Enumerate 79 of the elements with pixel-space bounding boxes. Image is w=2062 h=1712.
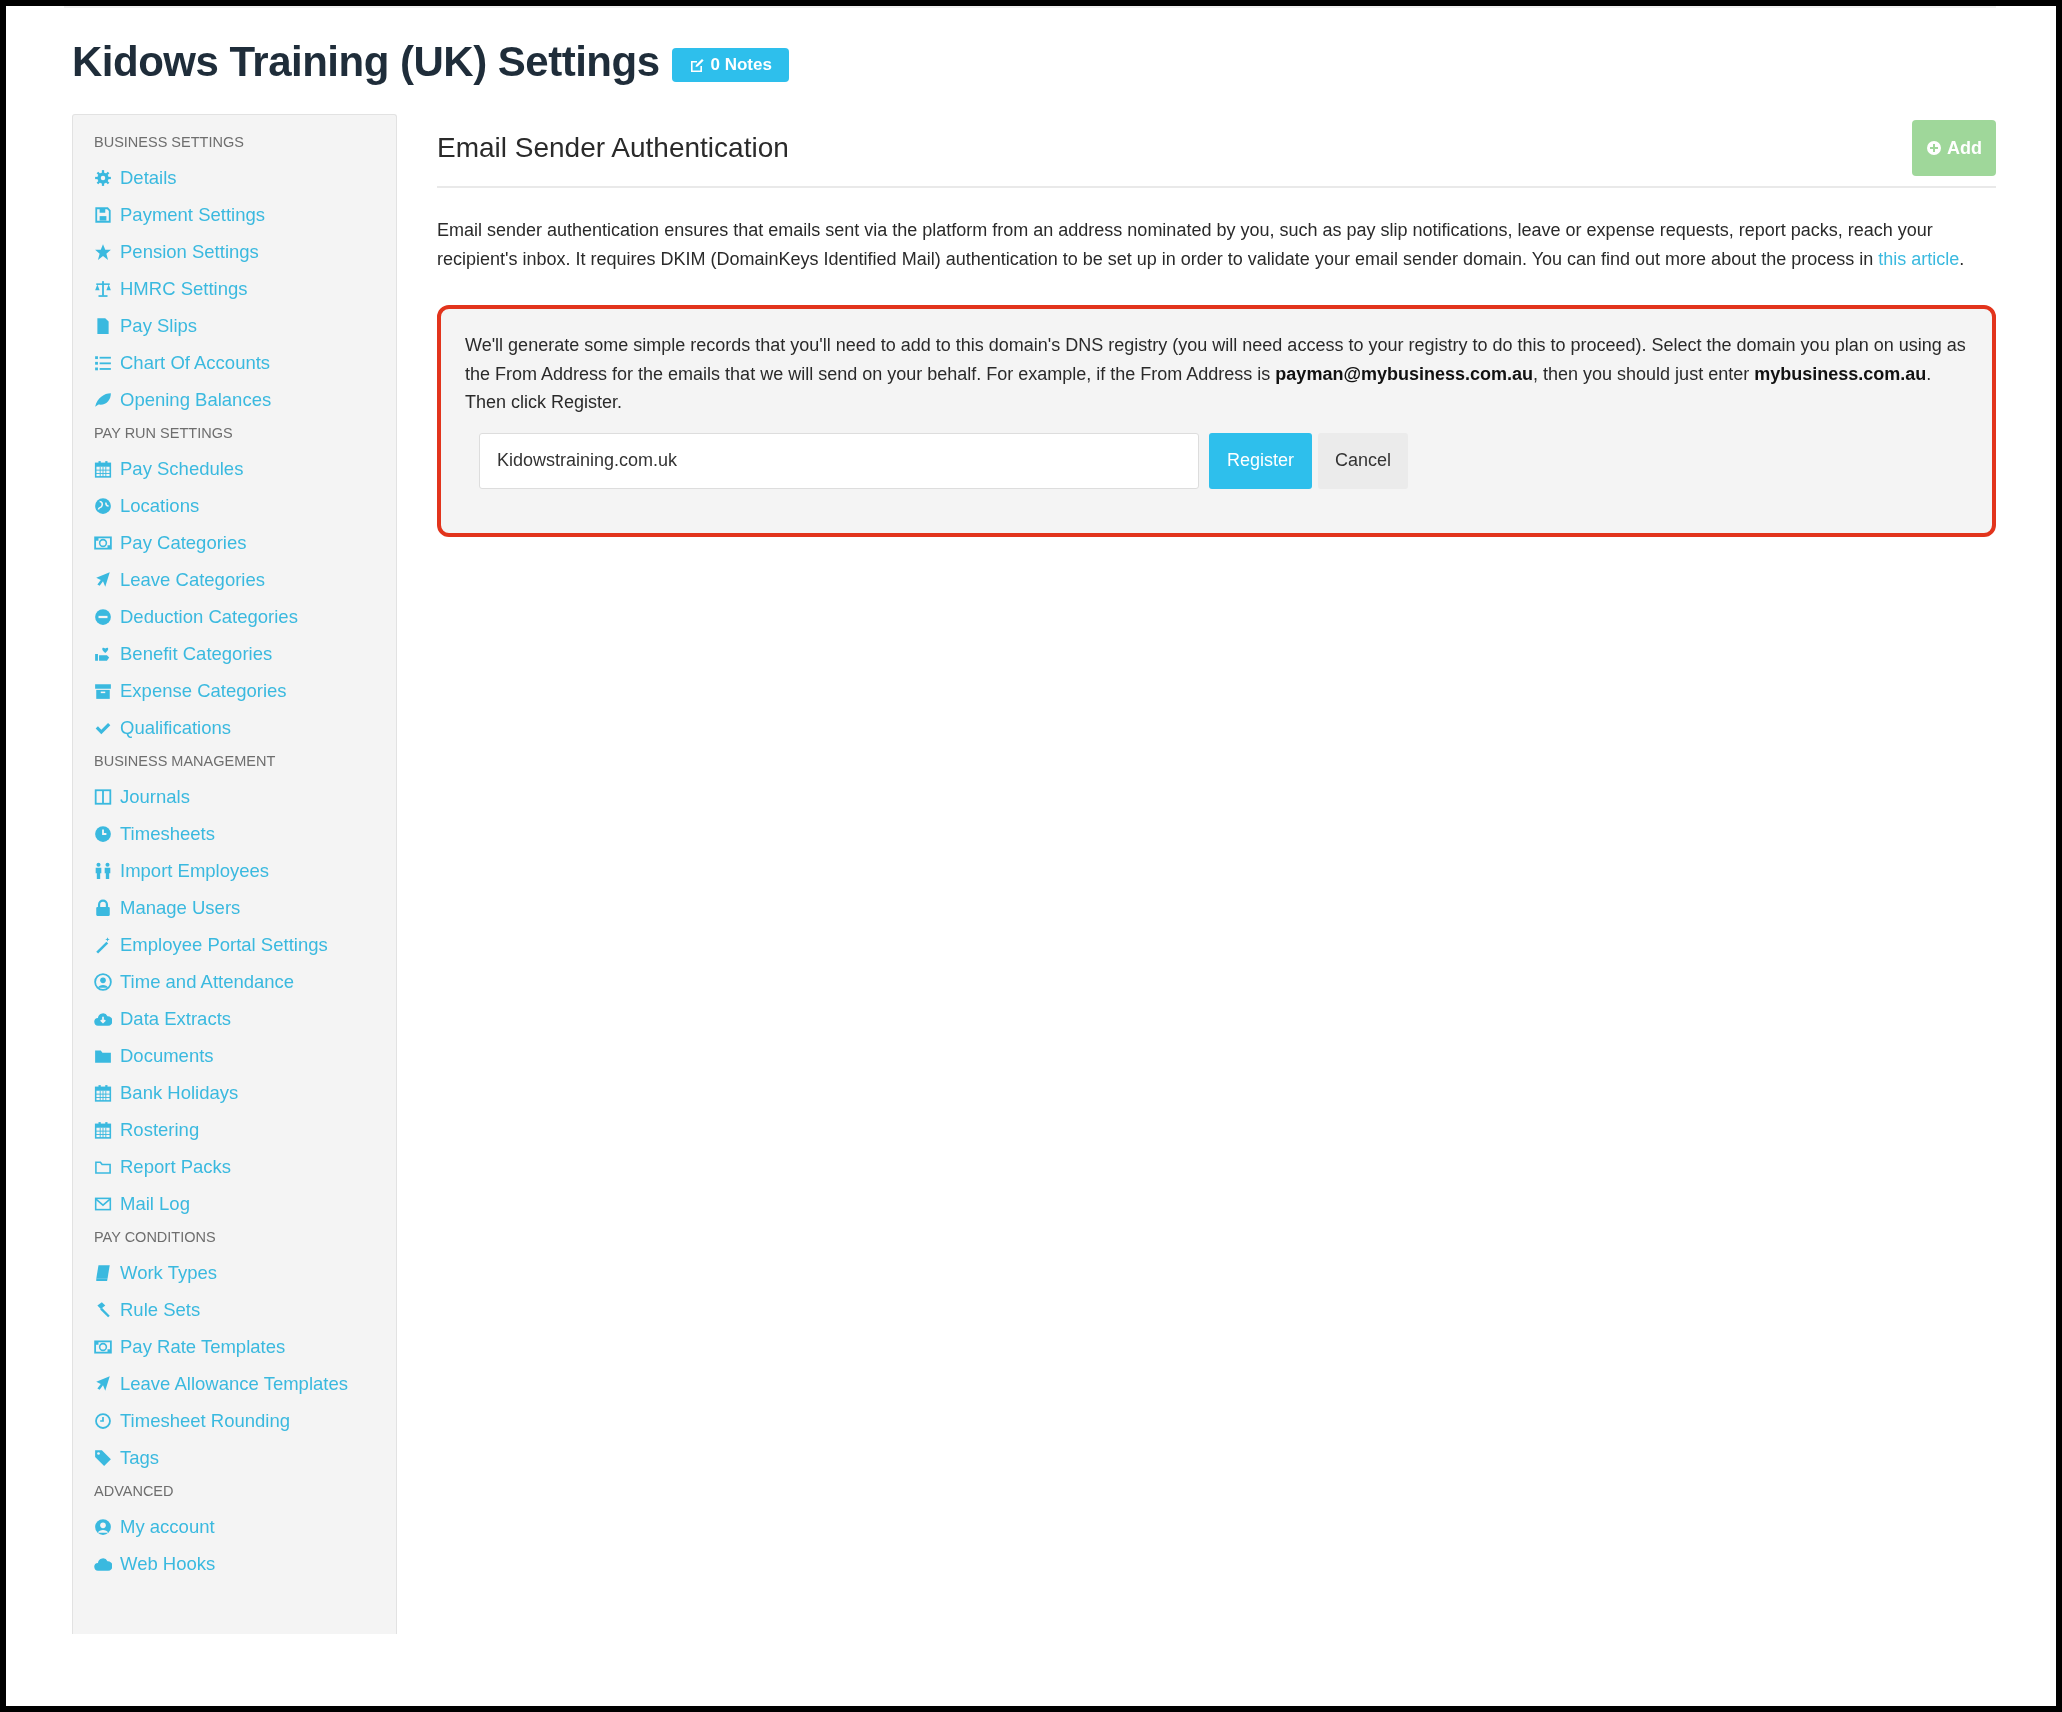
scale-icon — [94, 279, 112, 298]
sidebar-link[interactable]: Details — [94, 159, 396, 196]
book-icon — [94, 1263, 112, 1282]
sidebar-link[interactable]: Journals — [94, 778, 396, 815]
intro-paragraph: Email sender authentication ensures that emails sent via the platform from an address nominated by you, such as pay slip notifications, leave or expense requests, report packs, reach your recipient's inbox. It requires DKIM (DomainKeys Identified Mail) authentication to be set up in order to validate your email sender domain. You can find out more about the process in this article. — [437, 219, 1966, 271]
sidebar-link[interactable]: Deduction Categories — [94, 598, 396, 635]
section-heading: ADVANCED — [94, 1483, 175, 1499]
wand-icon — [94, 935, 112, 954]
section-heading: PAY CONDITIONS — [94, 1229, 217, 1245]
sidebar-link[interactable]: Leave Allowance Templates — [94, 1365, 396, 1402]
section-heading: BUSINESS MANAGEMENT — [94, 753, 277, 769]
sidebar-link[interactable]: Chart Of Accounts — [94, 344, 396, 381]
article-link[interactable]: this article — [1878, 248, 1960, 269]
user-circle-icon — [94, 1517, 112, 1536]
notes-button[interactable]: 0 Notes — [671, 48, 789, 82]
tag-icon — [94, 1448, 112, 1467]
sidebar-link[interactable]: Pay Slips — [94, 307, 396, 344]
sidebar-link[interactable]: Web Hooks — [94, 1545, 396, 1582]
sidebar-link[interactable]: Tags — [94, 1439, 396, 1476]
sidebar-link[interactable]: Manage Users — [94, 889, 396, 926]
sidebar-link[interactable]: Pay Categories — [94, 524, 396, 561]
sidebar-link[interactable]: Rostering — [94, 1111, 396, 1148]
sidebar-link[interactable]: Timesheets — [94, 815, 396, 852]
section-heading: PAY RUN SETTINGS — [94, 425, 234, 441]
sidebar-link[interactable]: Leave Categories — [94, 561, 396, 598]
sidebar-link[interactable]: Time and Attendance — [94, 963, 396, 1000]
money-icon — [94, 1337, 112, 1356]
clock-icon — [94, 824, 112, 843]
sidebar-link[interactable]: Pension Settings — [94, 233, 396, 270]
floppy-icon — [94, 205, 112, 224]
gear-icon — [94, 168, 112, 187]
sidebar-link[interactable]: Mail Log — [94, 1185, 396, 1222]
section-title: Email Sender Authentication — [437, 132, 789, 164]
sidebar-link[interactable]: Work Types — [94, 1254, 396, 1291]
gavel-icon — [94, 1300, 112, 1319]
globe-icon — [94, 496, 112, 515]
sidebar-link[interactable]: Payment Settings — [94, 196, 396, 233]
sidebar-link[interactable]: Report Packs — [94, 1148, 396, 1185]
edit-icon — [688, 57, 705, 73]
sidebar-link[interactable]: Locations — [94, 487, 396, 524]
archive-icon — [94, 681, 112, 700]
sidebar-link[interactable]: Pay Rate Templates — [94, 1328, 396, 1365]
person-circle-icon — [94, 972, 112, 991]
leaf-icon — [94, 390, 112, 409]
sidebar-link[interactable]: Timesheet Rounding — [94, 1402, 396, 1439]
cancel-button[interactable]: Cancel — [1318, 432, 1409, 489]
clock-icon — [94, 1411, 112, 1430]
star-icon — [94, 242, 112, 261]
sidebar-link[interactable]: Data Extracts — [94, 1000, 396, 1037]
sidebar-link[interactable]: Opening Balances — [94, 381, 396, 418]
file-icon — [94, 316, 112, 335]
domain-input-field[interactable]: Kidowstraining.com.uk — [479, 432, 1199, 489]
sidebar-link[interactable]: Employee Portal Settings — [94, 926, 396, 963]
sidebar-link[interactable]: Import Employees — [94, 852, 396, 889]
sidebar-link[interactable]: Qualifications — [94, 709, 396, 746]
section-heading: BUSINESS SETTINGS — [94, 134, 245, 150]
plus-circle-icon — [1926, 140, 1942, 156]
page-title: Kidows Training (UK) Settings — [72, 38, 660, 86]
sidebar-link[interactable]: Rule Sets — [94, 1291, 396, 1328]
sidebar-link[interactable]: Pay Schedules — [94, 450, 396, 487]
register-button[interactable]: Register — [1209, 432, 1313, 489]
sidebar-link[interactable]: Bank Holidays — [94, 1074, 396, 1111]
sidebar-link[interactable]: Expense Categories — [94, 672, 396, 709]
columns-icon — [94, 787, 112, 806]
calendar-icon — [94, 1083, 112, 1102]
list-icon — [94, 353, 112, 372]
instructions-text: We'll generate some simple records that you'll need to add to this domain's DNS registry (you will need access to your registry to do this to proceed). Select the domain you plan on using as the From Address for the emails that we will send on your behalf. For example, if the From Address is payman@mybusiness.com.au, then you should just enter mybusiness.com.au. Then click Register. — [465, 334, 1967, 414]
sidebar-link[interactable]: My account — [94, 1508, 396, 1545]
sidebar-link[interactable]: Benefit Categories — [94, 635, 396, 672]
money-icon — [94, 533, 112, 552]
calendar-icon — [94, 1120, 112, 1139]
calendar-icon — [94, 459, 112, 478]
sidebar-link[interactable]: Documents — [94, 1037, 396, 1074]
lock-icon — [94, 898, 112, 917]
minus-circle-icon — [94, 607, 112, 626]
plane-icon — [94, 570, 112, 589]
sidebar-link[interactable]: HMRC Settings — [94, 270, 396, 307]
plane-icon — [94, 1374, 112, 1393]
people-icon — [94, 861, 112, 880]
